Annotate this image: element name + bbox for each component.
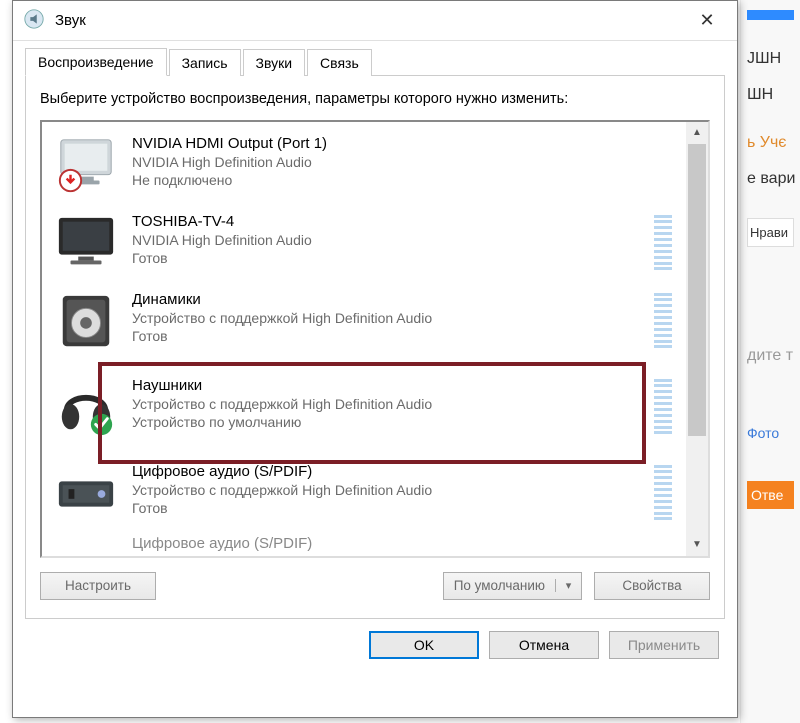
device-title: Наушники xyxy=(132,376,432,396)
bg-text: е вари xyxy=(747,170,794,188)
scroll-thumb[interactable] xyxy=(688,144,706,437)
bg-box: Нрави xyxy=(747,218,794,247)
device-title: NVIDIA HDMI Output (Port 1) xyxy=(132,134,327,154)
tab-recording[interactable]: Запись xyxy=(169,49,241,76)
device-item-spdif-1[interactable]: Цифровое аудио (S/PDIF) Устройство с под… xyxy=(46,456,682,530)
close-button[interactable]: ✕ xyxy=(687,1,727,41)
device-item-spdif-2[interactable]: Цифровое аудио (S/PDIF) xyxy=(46,534,682,552)
tabs: Воспроизведение Запись Звуки Связь xyxy=(25,47,725,76)
monitor-disconnected-icon xyxy=(54,134,118,196)
bg-link[interactable]: Фото xyxy=(747,425,794,441)
device-subtitle: Устройство с поддержкой High Definition … xyxy=(132,395,432,413)
bg-text: ЈШН xyxy=(747,50,794,68)
device-title: Динамики xyxy=(132,290,432,310)
background-header-bar xyxy=(747,10,794,20)
device-action-row: Настроить По умолчанию ▾ Свойства xyxy=(40,572,710,600)
level-meter-icon xyxy=(654,215,672,271)
device-item-speakers[interactable]: Динамики Устройство с поддержкой High De… xyxy=(46,284,682,358)
background-page: ЈШН ШН ь Учє е вари Нрави дите т Фото От… xyxy=(740,0,800,723)
tab-playback[interactable]: Воспроизведение xyxy=(25,48,167,76)
ok-button[interactable]: OK xyxy=(369,631,479,659)
properties-button[interactable]: Свойства xyxy=(594,572,710,600)
scroll-track[interactable] xyxy=(686,144,708,534)
device-subtitle: NVIDIA High Definition Audio xyxy=(132,231,312,249)
device-subtitle: Устройство с поддержкой High Definition … xyxy=(132,481,432,499)
level-meter-icon xyxy=(654,379,672,435)
bg-text: ь Учє xyxy=(747,134,794,152)
titlebar: Звук ✕ xyxy=(13,1,737,41)
instruction-text: Выберите устройство воспроизведения, пар… xyxy=(40,90,710,110)
bg-answer-button[interactable]: Отве xyxy=(747,481,794,509)
set-default-label: По умолчанию xyxy=(444,578,555,593)
device-title: TOSHIBA-TV-4 xyxy=(132,212,312,232)
chevron-down-icon[interactable]: ▾ xyxy=(555,579,581,592)
configure-button[interactable]: Настроить xyxy=(40,572,156,600)
monitor-icon xyxy=(54,212,118,274)
bg-text: ШН xyxy=(747,86,794,104)
level-meter-icon xyxy=(654,465,672,521)
device-item-headphones[interactable]: Наушники Устройство с поддержкой High De… xyxy=(46,362,682,452)
tab-content-playback: Выберите устройство воспроизведения, пар… xyxy=(25,76,725,619)
device-status: Устройство по умолчанию xyxy=(132,413,432,431)
device-title: Цифровое аудио (S/PDIF) xyxy=(132,462,432,482)
device-item-nvidia-hdmi[interactable]: NVIDIA HDMI Output (Port 1) NVIDIA High … xyxy=(46,128,682,202)
device-subtitle: NVIDIA High Definition Audio xyxy=(132,153,327,171)
speaker-icon xyxy=(54,290,118,352)
device-item-toshiba-tv[interactable]: TOSHIBA-TV-4 NVIDIA High Definition Audi… xyxy=(46,206,682,280)
device-status: Готов xyxy=(132,327,432,345)
device-listbox: NVIDIA HDMI Output (Port 1) NVIDIA High … xyxy=(40,120,710,558)
window-title: Звук xyxy=(55,12,687,29)
spdif-icon xyxy=(54,534,118,548)
level-meter-icon xyxy=(654,293,672,349)
device-status: Не подключено xyxy=(132,171,327,189)
device-status: Готов xyxy=(132,499,432,517)
tab-area: Воспроизведение Запись Звуки Связь Выбер… xyxy=(13,41,737,619)
bg-text: дите т xyxy=(747,347,794,365)
tab-communications[interactable]: Связь xyxy=(307,49,372,76)
scrollbar[interactable]: ▲ ▼ xyxy=(686,122,708,556)
tab-sounds[interactable]: Звуки xyxy=(243,49,306,76)
scroll-down-icon[interactable]: ▼ xyxy=(686,534,708,556)
sound-dialog: Звук ✕ Воспроизведение Запись Звуки Связ… xyxy=(12,0,738,718)
apply-button[interactable]: Применить xyxy=(609,631,719,659)
device-list[interactable]: NVIDIA HDMI Output (Port 1) NVIDIA High … xyxy=(42,122,686,556)
device-title: Цифровое аудио (S/PDIF) xyxy=(132,534,312,552)
set-default-button[interactable]: По умолчанию ▾ xyxy=(443,572,582,600)
headphones-default-icon xyxy=(54,376,118,438)
device-status: Готов xyxy=(132,249,312,267)
cancel-button[interactable]: Отмена xyxy=(489,631,599,659)
scroll-up-icon[interactable]: ▲ xyxy=(686,122,708,144)
sound-icon xyxy=(23,8,55,33)
spdif-icon xyxy=(54,462,118,524)
device-subtitle: Устройство с поддержкой High Definition … xyxy=(132,309,432,327)
dialog-footer: OK Отмена Применить xyxy=(13,619,737,675)
